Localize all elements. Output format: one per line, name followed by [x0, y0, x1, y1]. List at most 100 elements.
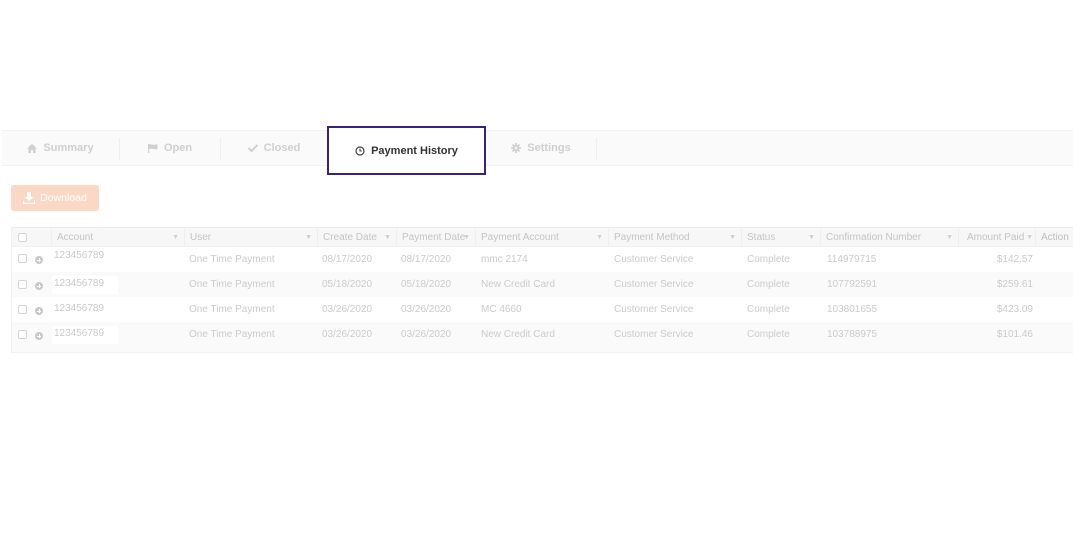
cell-user: One Time Payment: [189, 254, 275, 265]
download-button[interactable]: Download: [11, 185, 99, 211]
column-header-action: Action: [1035, 228, 1073, 247]
sort-arrow-icon[interactable]: ▼: [808, 228, 815, 247]
grid-header: Account ▼ User ▼ Create Date ▼ Payment D…: [12, 227, 1073, 247]
tab-bar: Summary Open Closed Payment History Sett…: [2, 126, 1073, 175]
flag-icon: [147, 143, 158, 153]
tab-payment-history[interactable]: Payment History: [327, 126, 486, 175]
column-label: Action: [1041, 232, 1069, 243]
download-label: Download: [40, 192, 87, 204]
cell-payment-date: 05/18/2020: [401, 279, 452, 290]
row-checkbox[interactable]: [18, 305, 27, 314]
column-label: Amount Paid: [967, 232, 1025, 243]
tab-label: Summary: [43, 142, 94, 154]
cell-payment-method: Customer Service: [614, 304, 694, 315]
select-all-checkbox[interactable]: [18, 233, 27, 242]
sort-arrow-icon[interactable]: ▼: [384, 228, 391, 247]
expand-row-icon[interactable]: [35, 282, 43, 290]
cell-confirmation-number: 103801655: [827, 304, 878, 315]
cell-confirmation-number: 107792591: [827, 279, 878, 290]
home-icon: [27, 143, 38, 153]
column-header-payment-date[interactable]: Payment Date ▼: [396, 228, 476, 247]
sort-arrow-icon[interactable]: ▼: [463, 228, 470, 247]
cell-status: Complete: [747, 304, 790, 315]
sort-arrow-icon[interactable]: ▼: [172, 228, 179, 247]
cell-account: 123456789: [52, 276, 118, 294]
column-header-payment-account[interactable]: Payment Account ▼: [475, 228, 609, 247]
cell-amount-paid: $259.61: [996, 279, 1033, 290]
tab-label: Open: [163, 142, 193, 154]
cell-payment-account: New Credit Card: [481, 329, 555, 340]
cell-account: 123456789: [54, 303, 105, 314]
cell-payment-method: Customer Service: [614, 329, 694, 340]
sort-arrow-icon[interactable]: ▼: [305, 228, 312, 247]
cell-payment-account: New Credit Card: [481, 279, 555, 290]
sort-arrow-icon[interactable]: ▼: [1026, 228, 1033, 247]
tab-label: Settings: [527, 142, 571, 154]
column-header-user[interactable]: User ▼: [184, 228, 318, 247]
row-checkbox[interactable]: [18, 330, 27, 339]
row-checkbox[interactable]: [18, 280, 27, 289]
column-header-amount-paid[interactable]: Amount Paid ▼: [958, 228, 1036, 247]
cell-create-date: 03/26/2020: [322, 329, 373, 340]
cell-amount-paid: $101.46: [996, 329, 1033, 340]
cell-payment-method: Customer Service: [614, 279, 694, 290]
cell-payment-method: Customer Service: [614, 254, 694, 265]
clock-icon: [355, 145, 365, 156]
cell-payment-date: 08/17/2020: [401, 254, 452, 265]
cell-create-date: 03/26/2020: [322, 304, 373, 315]
table-row[interactable]: 123456789 One Time Payment 03/26/2020 03…: [12, 322, 1073, 352]
cell-payment-date: 03/26/2020: [401, 304, 452, 315]
column-header-account[interactable]: Account ▼: [51, 228, 185, 247]
column-label: Payment Method: [614, 232, 690, 243]
tab-open[interactable]: Open: [120, 131, 220, 165]
cell-create-date: 08/17/2020: [322, 254, 373, 265]
check-icon: [247, 144, 258, 152]
tab-closed[interactable]: Closed: [221, 131, 327, 165]
cell-user: One Time Payment: [189, 279, 275, 290]
cell-status: Complete: [747, 329, 790, 340]
column-label: Create Date: [323, 232, 377, 243]
cell-status: Complete: [747, 254, 790, 265]
gear-icon: [511, 143, 522, 153]
expand-row-icon[interactable]: [35, 256, 43, 264]
row-checkbox[interactable]: [18, 254, 27, 263]
expand-column-header: [32, 228, 52, 247]
cell-user: One Time Payment: [189, 304, 275, 315]
cell-confirmation-number: 114979715: [827, 254, 877, 265]
cell-payment-date: 03/26/2020: [401, 329, 452, 340]
tab-settings[interactable]: Settings: [486, 131, 596, 165]
cell-create-date: 05/18/2020: [322, 279, 373, 290]
column-label: Confirmation Number: [826, 232, 922, 243]
sort-arrow-icon[interactable]: ▼: [596, 228, 603, 247]
table-row[interactable]: 123456789 One Time Payment 05/18/2020 05…: [12, 272, 1073, 297]
expand-row-icon[interactable]: [35, 332, 43, 340]
sort-arrow-icon[interactable]: ▼: [729, 228, 736, 247]
column-label: Status: [747, 232, 776, 243]
column-label: Payment Date: [402, 232, 466, 243]
tab-label: Closed: [263, 142, 301, 154]
cell-confirmation-number: 103788975: [827, 329, 878, 340]
payment-history-grid: Account ▼ User ▼ Create Date ▼ Payment D…: [11, 227, 1073, 353]
tab-label: Payment History: [371, 144, 458, 157]
sort-arrow-icon[interactable]: ▼: [946, 228, 953, 247]
cell-amount-paid: $423.09: [996, 304, 1033, 315]
column-header-create-date[interactable]: Create Date ▼: [317, 228, 397, 247]
cell-account: 123456789: [52, 326, 118, 344]
tab-summary[interactable]: Summary: [2, 131, 119, 165]
column-label: User: [190, 232, 212, 243]
column-header-payment-method[interactable]: Payment Method ▼: [608, 228, 742, 247]
expand-row-icon[interactable]: [35, 307, 43, 315]
column-header-status[interactable]: Status ▼: [741, 228, 821, 247]
column-label: Account: [57, 232, 94, 243]
table-row[interactable]: 123456789 One Time Payment 08/17/2020 08…: [12, 247, 1073, 272]
cell-account: 123456789: [54, 250, 105, 261]
table-row[interactable]: 123456789 One Time Payment 03/26/2020 03…: [12, 297, 1073, 322]
cell-payment-account: MC 4660: [481, 304, 522, 315]
cell-payment-account: mmc 2174: [481, 254, 528, 265]
cell-user: One Time Payment: [189, 329, 275, 340]
cell-amount-paid: $142.57: [996, 254, 1033, 265]
column-header-confirmation-number[interactable]: Confirmation Number ▼: [820, 228, 959, 247]
column-label: Payment Account: [481, 232, 559, 243]
download-icon: [23, 192, 36, 204]
cell-status: Complete: [747, 279, 790, 290]
